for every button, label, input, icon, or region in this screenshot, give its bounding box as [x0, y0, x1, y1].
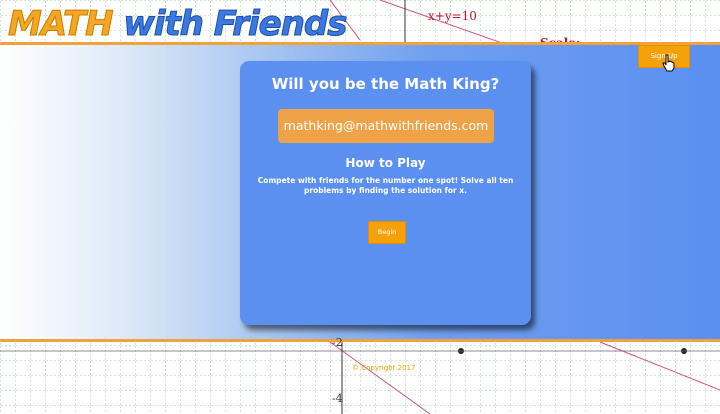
copyright-text: © Copyright 2017 — [352, 364, 416, 372]
graph-equation-label: x+y=10 — [428, 9, 477, 23]
axis-tick-neg4: -4 — [332, 392, 343, 405]
site-header: x+y=10 MATH with Friends Scale: — [0, 0, 720, 51]
email-field[interactable]: mathking@mathwithfriends.com — [278, 109, 494, 143]
hero-divider — [0, 339, 720, 342]
brand-math: MATH — [8, 4, 115, 45]
card-title: Will you be the Math King? — [271, 75, 500, 93]
brand-with-friends: with Friends — [123, 4, 348, 45]
how-to-play-description: Compete with friends for the number one … — [257, 176, 514, 195]
axis-tick-neg2: -2 — [332, 336, 343, 349]
brand-logo[interactable]: MATH with Friends — [8, 4, 349, 45]
begin-button[interactable]: Begin — [368, 221, 406, 244]
how-to-play-heading: How to Play — [345, 156, 426, 170]
hand-cursor-icon — [662, 54, 675, 72]
login-card: Will you be the Math King? mathking@math… — [240, 61, 531, 325]
